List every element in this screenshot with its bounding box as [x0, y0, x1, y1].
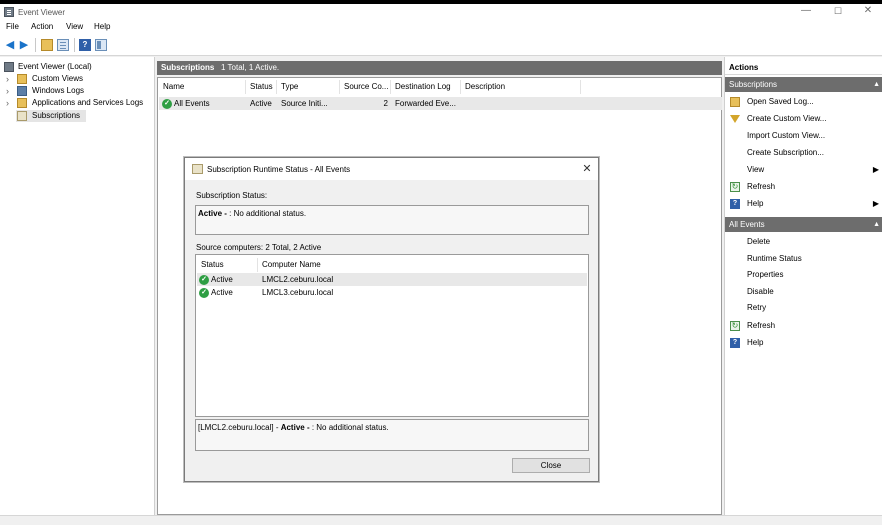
- folder-icon: [17, 74, 27, 84]
- collapse-up-icon[interactable]: ▲: [873, 77, 880, 92]
- title-bar: Event Viewer — ☐ ✕: [0, 4, 882, 20]
- tree-item-event-viewer-local[interactable]: Event Viewer (Local): [4, 61, 152, 73]
- subscription-icon: [192, 164, 203, 174]
- action-open-saved-log[interactable]: Open Saved Log...: [725, 93, 882, 110]
- toolbar-separator: [74, 38, 75, 52]
- pane-header: Subscriptions 1 Total, 1 Active.: [157, 61, 722, 75]
- event-viewer-window: Event Viewer — ☐ ✕ File Action View Help…: [0, 4, 882, 525]
- subscription-status-label: Subscription Status:: [196, 191, 268, 200]
- column-header-type[interactable]: Type: [277, 80, 340, 94]
- chevron-right-icon[interactable]: ›: [6, 73, 9, 85]
- dialog-close-icon[interactable]: ✕: [581, 162, 593, 175]
- menu-file[interactable]: File: [6, 22, 19, 31]
- refresh-icon: ↻: [730, 182, 740, 192]
- action-view[interactable]: View ▶: [725, 161, 882, 178]
- action-properties[interactable]: Properties: [725, 266, 882, 283]
- action-disable[interactable]: Disable: [725, 283, 882, 300]
- tree-item-subscriptions[interactable]: Subscriptions: [16, 110, 86, 122]
- list-item[interactable]: ✓ Active LMCL3.ceburu.local: [197, 286, 587, 299]
- source-computers-list[interactable]: Status Computer Name ✓ Active LMCL2.cebur…: [195, 254, 589, 417]
- event-viewer-icon: [4, 62, 14, 72]
- actions-header: Actions: [725, 61, 882, 75]
- subscription-status-text: Active - : No additional status.: [198, 209, 307, 218]
- chevron-right-icon[interactable]: ›: [6, 97, 9, 109]
- column-header-status[interactable]: Status: [197, 258, 258, 272]
- filter-icon: [730, 115, 740, 123]
- action-create-subscription[interactable]: Create Subscription...: [725, 144, 882, 161]
- actions-pane: Actions Subscriptions ▲ Open Saved Log..…: [724, 57, 882, 515]
- runtime-status-dialog: Subscription Runtime Status - All Events…: [184, 157, 599, 482]
- toolbar-separator: [35, 38, 36, 52]
- action-help[interactable]: ? Help ▶: [725, 195, 882, 212]
- action-refresh-all-events[interactable]: ↻ Refresh: [725, 317, 882, 334]
- action-runtime-status[interactable]: Runtime Status: [725, 250, 882, 267]
- subscription-count: 1 Total, 1 Active.: [221, 63, 280, 72]
- help-icon: ?: [730, 199, 740, 209]
- collapse-up-icon[interactable]: ▲: [873, 217, 880, 232]
- toolbar: ◀ ▶ ?: [0, 34, 882, 56]
- action-import-custom-view[interactable]: Import Custom View...: [725, 127, 882, 144]
- column-header-source-count[interactable]: Source Co...: [340, 80, 391, 94]
- close-button[interactable]: Close: [512, 458, 590, 473]
- row-name-cell: ✓ All Events: [162, 97, 246, 110]
- close-window-button[interactable]: ✕: [856, 5, 880, 18]
- column-header-description[interactable]: Description: [461, 80, 581, 94]
- tree-item-applications-and-services-logs[interactable]: › Applications and Services Logs: [6, 97, 152, 109]
- show-hide-action-pane-icon[interactable]: [95, 39, 107, 51]
- tree-item-windows-logs[interactable]: › Windows Logs: [6, 85, 152, 97]
- row-status-cell: Active: [250, 99, 272, 108]
- column-header-destination-log[interactable]: Destination Log: [391, 80, 461, 94]
- maximize-button[interactable]: ☐: [826, 5, 850, 18]
- forward-arrow-icon[interactable]: ▶: [18, 39, 30, 51]
- actions-group-subscriptions[interactable]: Subscriptions ▲: [725, 77, 882, 92]
- show-hide-console-tree-icon[interactable]: [57, 39, 69, 51]
- minimize-button[interactable]: —: [794, 5, 818, 18]
- chevron-right-icon[interactable]: ›: [6, 85, 9, 97]
- check-icon: ✓: [162, 98, 172, 109]
- windows-logs-icon: [17, 86, 27, 96]
- pane-title: Subscriptions: [161, 63, 215, 72]
- folder-up-icon[interactable]: [41, 39, 53, 51]
- submenu-arrow-icon: ▶: [872, 199, 879, 208]
- help-icon[interactable]: ?: [79, 39, 91, 51]
- folder-open-icon: [730, 97, 740, 107]
- action-refresh[interactable]: ↻ Refresh: [725, 178, 882, 195]
- menu-action[interactable]: Action: [31, 22, 53, 31]
- event-viewer-app-icon: [4, 7, 14, 17]
- row-destination-cell: Forwarded Eve...: [395, 99, 456, 108]
- subscription-status-box[interactable]: Active - : No additional status.: [195, 205, 589, 235]
- action-retry[interactable]: Retry: [725, 299, 882, 316]
- check-icon: ✓: [199, 274, 209, 285]
- menu-bar: File Action View Help: [0, 20, 882, 34]
- back-arrow-icon[interactable]: ◀: [4, 39, 16, 51]
- list-item[interactable]: ✓ Active LMCL2.ceburu.local: [197, 273, 587, 286]
- console-tree: Event Viewer (Local) › Custom Views › Wi…: [0, 57, 155, 515]
- refresh-icon: ↻: [730, 321, 740, 331]
- action-delete[interactable]: Delete: [725, 233, 882, 250]
- dialog-title: Subscription Runtime Status - All Events: [207, 165, 351, 174]
- tree-item-custom-views[interactable]: › Custom Views: [6, 73, 152, 85]
- column-header-computer-name[interactable]: Computer Name: [258, 258, 388, 272]
- dialog-title-bar: Subscription Runtime Status - All Events…: [185, 158, 598, 180]
- folder-icon: [17, 98, 27, 108]
- menu-view[interactable]: View: [66, 22, 83, 31]
- submenu-arrow-icon: ▶: [872, 165, 879, 174]
- check-icon: ✓: [199, 287, 209, 298]
- window-title: Event Viewer: [18, 8, 65, 17]
- computer-status-detail-text: [LMCL2.ceburu.local] - Active - : No add…: [198, 423, 389, 432]
- subscriptions-icon: [17, 111, 27, 121]
- menu-help[interactable]: Help: [94, 22, 110, 31]
- computer-status-detail-box[interactable]: [LMCL2.ceburu.local] - Active - : No add…: [195, 419, 589, 451]
- action-create-custom-view[interactable]: Create Custom View...: [725, 110, 882, 127]
- action-help-all-events[interactable]: ? Help: [725, 334, 882, 351]
- column-header-name[interactable]: Name: [159, 80, 246, 94]
- actions-group-all-events[interactable]: All Events ▲: [725, 217, 882, 232]
- row-type-cell: Source Initi...: [281, 99, 328, 108]
- column-header-status[interactable]: Status: [246, 80, 277, 94]
- row-source-count-cell: 2: [383, 99, 388, 108]
- status-bar: [0, 515, 882, 525]
- row-description-cell: [465, 97, 575, 110]
- source-computers-label: Source computers: 2 Total, 2 Active: [196, 243, 322, 252]
- help-icon: ?: [730, 338, 740, 348]
